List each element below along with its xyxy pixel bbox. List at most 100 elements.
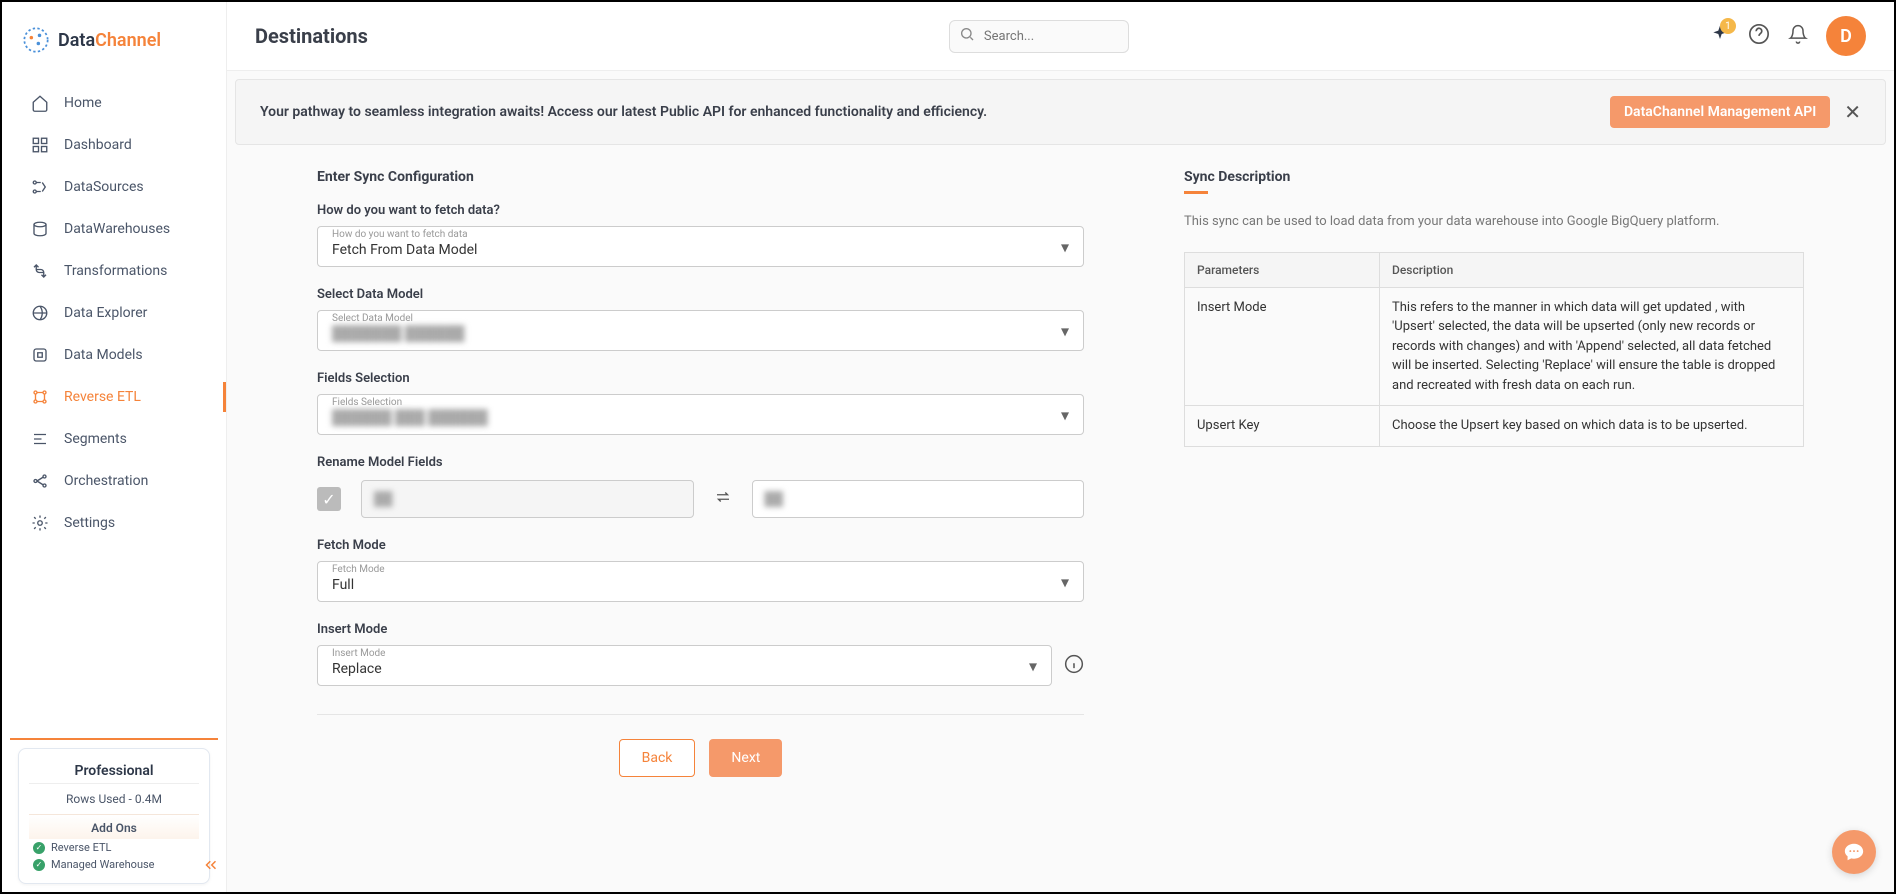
orchestration-icon bbox=[30, 471, 50, 491]
select-floating-label: Fetch Mode bbox=[332, 564, 385, 575]
plan-name: Professional bbox=[29, 759, 199, 784]
rename-source-input[interactable]: ██ bbox=[361, 480, 694, 518]
info-icon[interactable] bbox=[1064, 654, 1084, 678]
sidebar-item-dataexplorer[interactable]: Data Explorer bbox=[2, 292, 226, 334]
table-cell-param: Upsert Key bbox=[1185, 406, 1380, 447]
field-label: Fetch Mode bbox=[317, 538, 1084, 553]
sidebar-item-settings[interactable]: Settings bbox=[2, 502, 226, 544]
select-floating-label: How do you want to fetch data bbox=[332, 229, 468, 240]
search-icon bbox=[959, 26, 975, 46]
field-label: Select Data Model bbox=[317, 287, 1084, 302]
sidebar-item-label: Orchestration bbox=[64, 473, 148, 489]
rename-target-input[interactable]: ██ bbox=[752, 480, 1085, 518]
sparkle-icon[interactable]: 1 bbox=[1710, 24, 1730, 48]
sidebar-item-label: Settings bbox=[64, 515, 115, 531]
logo-icon bbox=[22, 26, 50, 54]
page-title: Destinations bbox=[255, 24, 368, 48]
bell-icon[interactable] bbox=[1788, 24, 1808, 48]
check-icon: ✓ bbox=[33, 859, 45, 871]
fields-selection-select[interactable]: Fields Selection ██████ ███ ██████ ▾ bbox=[317, 394, 1084, 435]
field-label: Rename Model Fields bbox=[317, 455, 1084, 470]
sidebar-item-orchestration[interactable]: Orchestration bbox=[2, 460, 226, 502]
table-row: Insert Mode This refers to the manner in… bbox=[1185, 287, 1804, 406]
select-value: ███████ ██████ bbox=[332, 326, 464, 342]
help-icon[interactable] bbox=[1748, 23, 1770, 49]
chevron-down-icon: ▾ bbox=[1061, 321, 1069, 340]
form-column: Enter Sync Configuration How do you want… bbox=[317, 169, 1084, 868]
checkbox[interactable]: ✓ bbox=[317, 487, 341, 511]
sidebar-item-dashboard[interactable]: Dashboard bbox=[2, 124, 226, 166]
plan-addons-title: Add Ons bbox=[29, 814, 199, 839]
section-title: Enter Sync Configuration bbox=[317, 169, 1084, 185]
topbar-right: 1 D bbox=[1710, 16, 1866, 56]
sidebar-item-label: DataSources bbox=[64, 179, 144, 195]
fetch-method-select[interactable]: How do you want to fetch data Fetch From… bbox=[317, 226, 1084, 267]
sidebar-item-label: Dashboard bbox=[64, 137, 132, 153]
sidebar-item-datawarehouses[interactable]: DataWarehouses bbox=[2, 208, 226, 250]
description-title: Sync Description bbox=[1184, 169, 1804, 185]
addon-label: Reverse ETL bbox=[51, 841, 111, 854]
sidebar-item-segments[interactable]: Segments bbox=[2, 418, 226, 460]
description-text: This sync can be used to load data from … bbox=[1184, 212, 1804, 232]
chevron-down-icon: ▾ bbox=[1061, 405, 1069, 424]
sidebar-item-label: Segments bbox=[64, 431, 127, 447]
close-icon[interactable]: ✕ bbox=[1844, 100, 1861, 124]
select-floating-label: Select Data Model bbox=[332, 313, 413, 324]
title-underline bbox=[1184, 191, 1208, 194]
chevron-down-icon: ▾ bbox=[1029, 656, 1037, 675]
table-header: Description bbox=[1380, 252, 1804, 287]
sidebar-item-home[interactable]: Home bbox=[2, 82, 226, 124]
select-floating-label: Fields Selection bbox=[332, 397, 402, 408]
notification-badge: 1 bbox=[1720, 18, 1736, 34]
plan-rows: Rows Used - 0.4M bbox=[29, 784, 199, 814]
select-value: ██████ ███ ██████ bbox=[332, 410, 488, 426]
sidebar-item-label: Reverse ETL bbox=[64, 389, 141, 405]
select-value: Full bbox=[332, 577, 354, 593]
select-floating-label: Insert Mode bbox=[332, 648, 385, 659]
avatar[interactable]: D bbox=[1826, 16, 1866, 56]
chat-fab[interactable] bbox=[1832, 830, 1876, 874]
topbar: Destinations 1 D bbox=[227, 2, 1894, 71]
collapse-sidebar-icon[interactable] bbox=[202, 856, 220, 878]
table-cell-desc: Choose the Upsert key based on which dat… bbox=[1380, 406, 1804, 447]
sidebar-item-datamodels[interactable]: Data Models bbox=[2, 334, 226, 376]
chevron-down-icon: ▾ bbox=[1061, 572, 1069, 591]
parameters-table: Parameters Description Insert Mode This … bbox=[1184, 252, 1804, 447]
sidebar-footer: Professional Rows Used - 0.4M Add Ons ✓ … bbox=[10, 738, 218, 892]
transform-icon bbox=[30, 261, 50, 281]
addon-row: ✓ Reverse ETL bbox=[29, 839, 199, 856]
data-model-select[interactable]: Select Data Model ███████ ██████ ▾ bbox=[317, 310, 1084, 351]
logo[interactable]: DataChannel bbox=[2, 2, 226, 74]
settings-icon bbox=[30, 513, 50, 533]
plan-card: Professional Rows Used - 0.4M Add Ons ✓ … bbox=[18, 748, 210, 884]
sidebar-item-reverseetl[interactable]: Reverse ETL bbox=[2, 376, 226, 418]
main: Destinations 1 D bbox=[227, 2, 1894, 892]
dashboard-icon bbox=[30, 135, 50, 155]
home-icon bbox=[30, 93, 50, 113]
field-label: Fields Selection bbox=[317, 371, 1084, 386]
sidebar-item-datasources[interactable]: DataSources bbox=[2, 166, 226, 208]
table-cell-desc: This refers to the manner in which data … bbox=[1380, 287, 1804, 406]
explorer-icon bbox=[30, 303, 50, 323]
banner-text: Your pathway to seamless integration awa… bbox=[260, 104, 987, 120]
sidebar-item-label: Data Explorer bbox=[64, 305, 147, 321]
search-input[interactable] bbox=[949, 20, 1129, 53]
datasources-icon bbox=[30, 177, 50, 197]
sidebar: DataChannel Home Dashboard DataSources D… bbox=[2, 2, 227, 892]
field-label: Insert Mode bbox=[317, 622, 1084, 637]
banner-button[interactable]: DataChannel Management API bbox=[1610, 96, 1830, 128]
table-row: Upsert Key Choose the Upsert key based o… bbox=[1185, 406, 1804, 447]
rename-fields-row: ✓ ██ ██ bbox=[317, 480, 1084, 518]
back-button[interactable]: Back bbox=[619, 739, 696, 777]
next-button[interactable]: Next bbox=[709, 739, 782, 777]
insert-mode-select[interactable]: Insert Mode Replace ▾ bbox=[317, 645, 1052, 686]
fetch-mode-select[interactable]: Fetch Mode Full ▾ bbox=[317, 561, 1084, 602]
sidebar-item-transformations[interactable]: Transformations bbox=[2, 250, 226, 292]
search-wrap bbox=[949, 20, 1129, 53]
addon-label: Managed Warehouse bbox=[51, 858, 155, 871]
sidebar-item-label: Data Models bbox=[64, 347, 143, 363]
logo-text-2: Channel bbox=[95, 30, 161, 51]
content: Enter Sync Configuration How do you want… bbox=[227, 145, 1894, 892]
warehouse-icon bbox=[30, 219, 50, 239]
addon-row: ✓ Managed Warehouse bbox=[29, 856, 199, 873]
